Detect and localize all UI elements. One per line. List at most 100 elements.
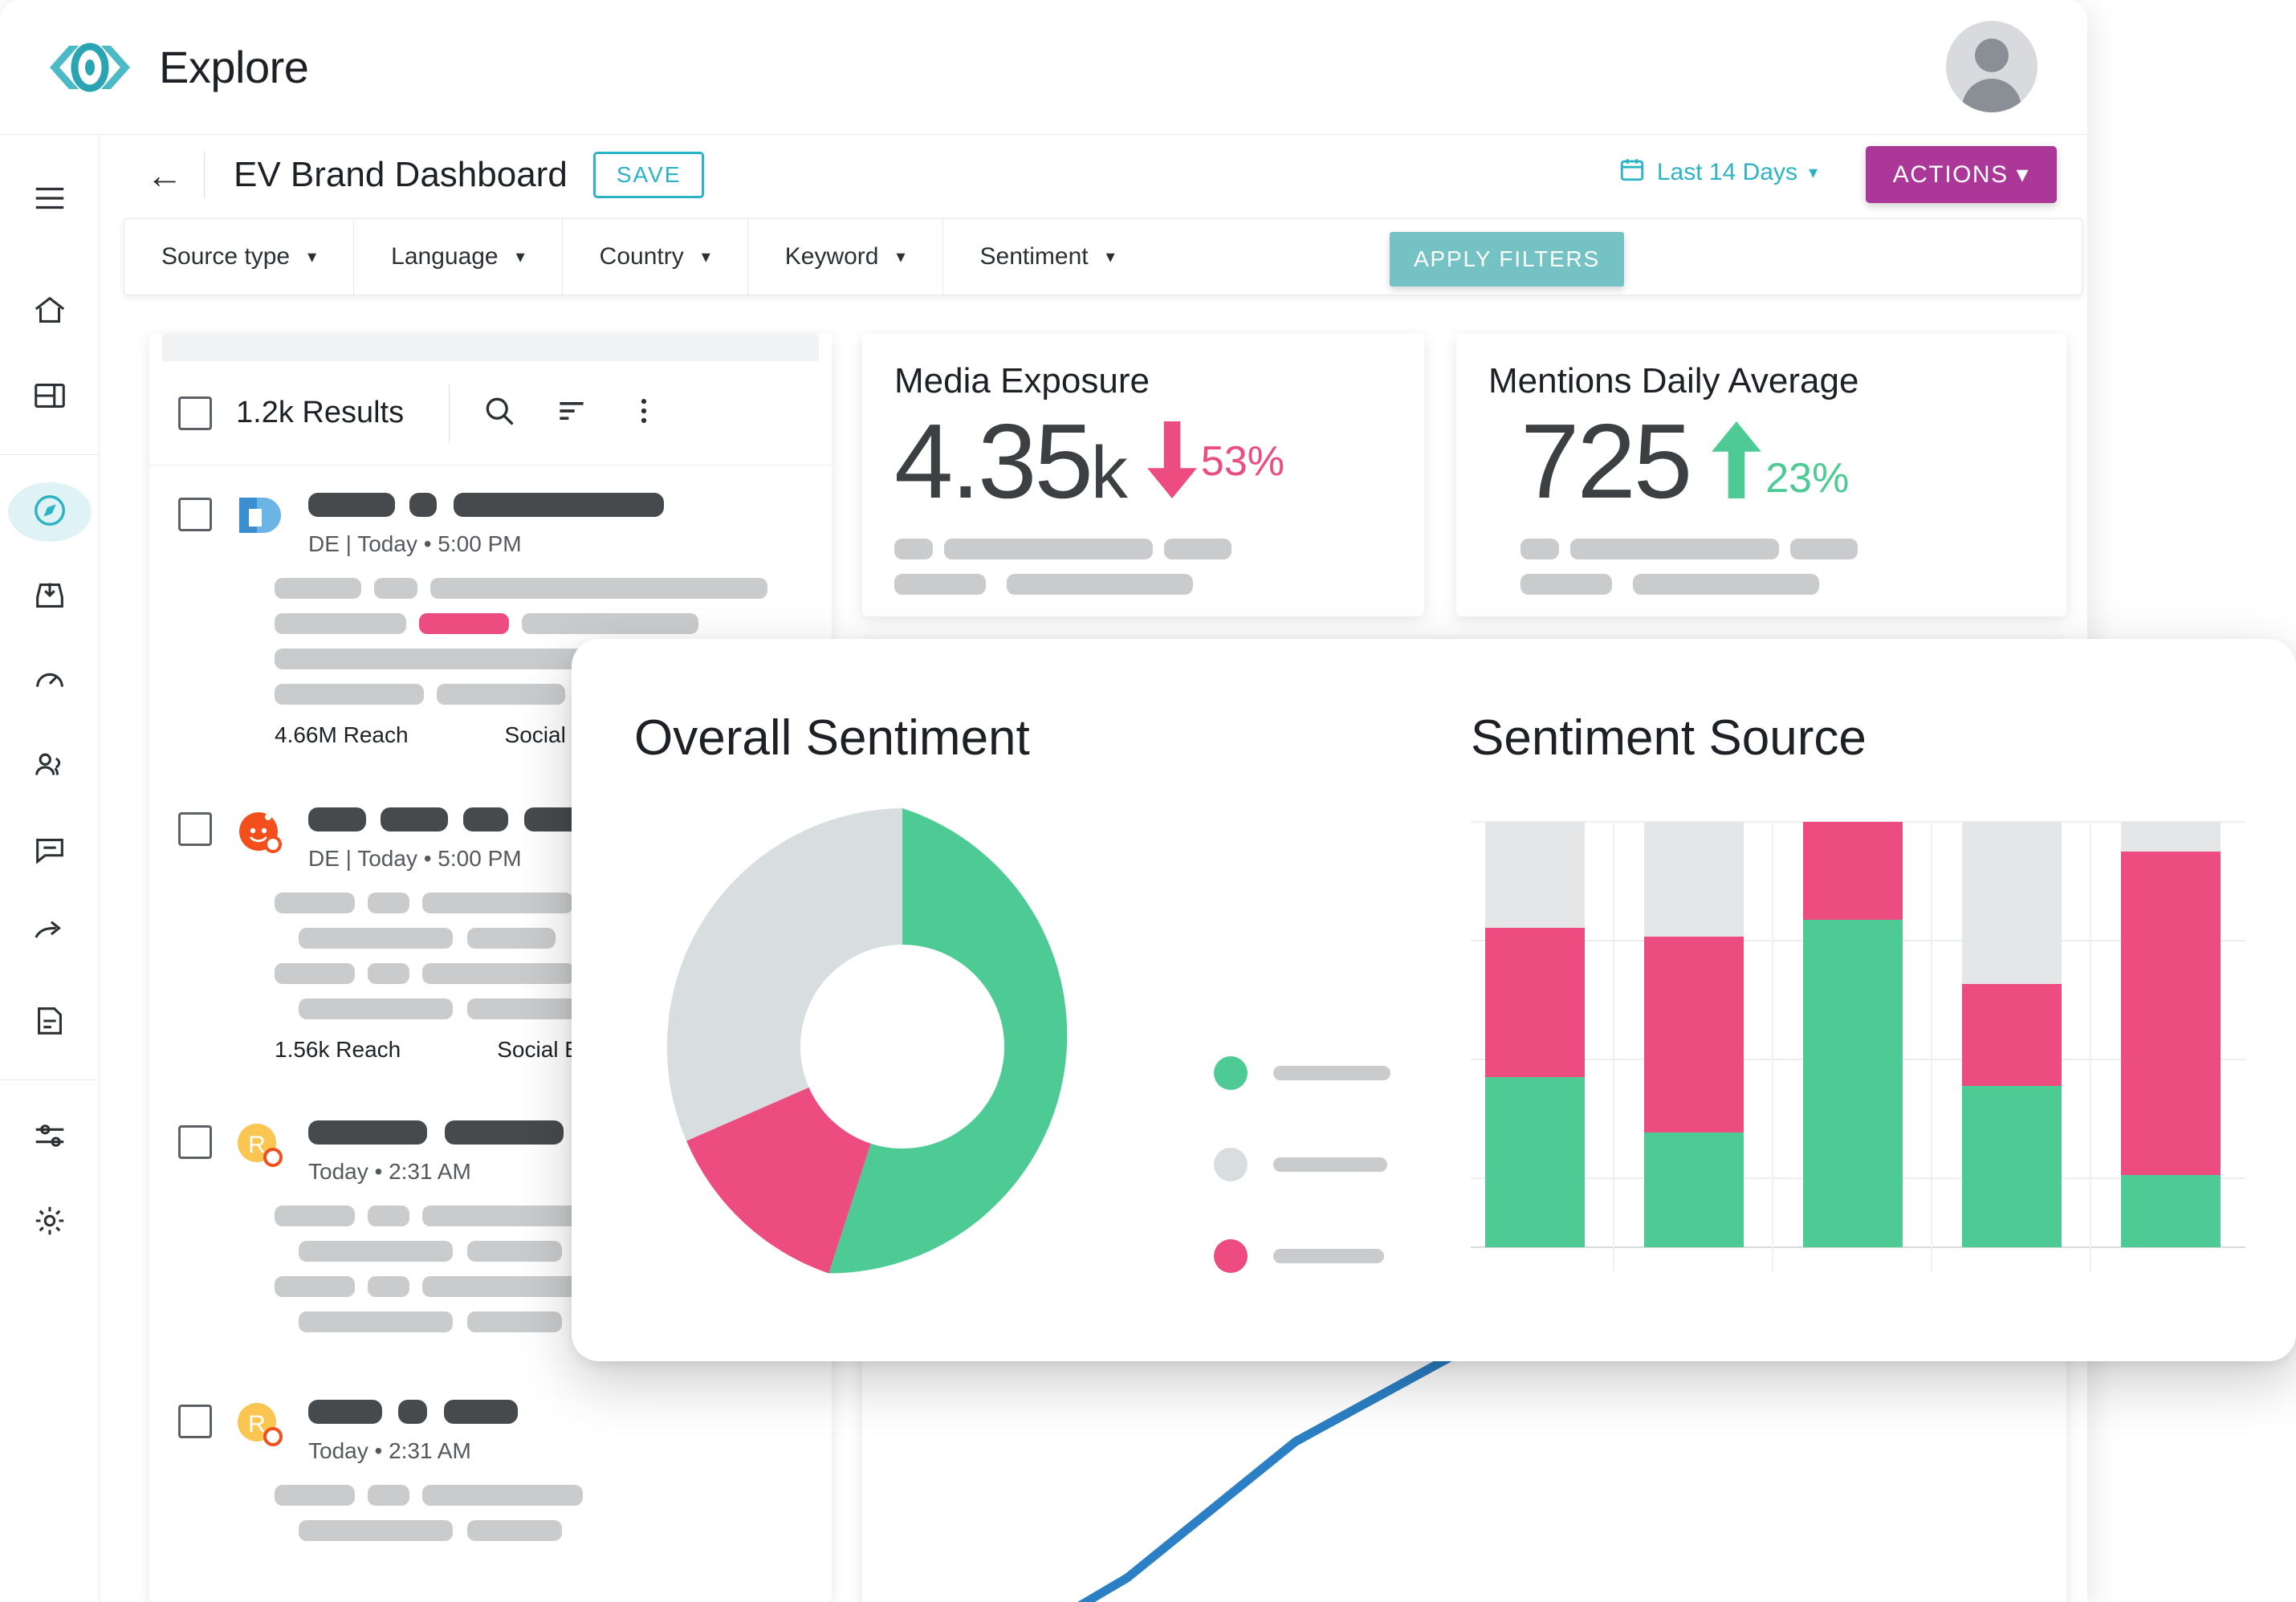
overall-sentiment-donut[interactable] [637, 782, 1167, 1311]
sidebar [0, 135, 100, 1602]
filter-label: Country [599, 243, 684, 270]
kpi-value-row: 725 23% [1488, 402, 2034, 520]
avatar[interactable] [1946, 21, 2037, 112]
list-item[interactable]: R Today • 2:31 AM [149, 1368, 832, 1576]
save-button[interactable]: SAVE [592, 152, 705, 198]
daily-mail-logo [234, 493, 286, 544]
dashboard-layout-icon [31, 377, 68, 418]
select-all-checkbox[interactable] [178, 396, 212, 430]
gear-icon [31, 1202, 68, 1243]
bar-segment-negative [1644, 937, 1744, 1132]
sentiment-source-bar-chart[interactable] [1455, 798, 2257, 1295]
row-checkbox[interactable] [178, 498, 212, 531]
sidebar-item-audience[interactable] [0, 725, 100, 810]
chevron-down-icon: ▾ [1808, 162, 1818, 182]
page-title: EV Brand Dashboard [234, 155, 568, 194]
search-icon[interactable] [482, 393, 517, 433]
bar-group-3 [1803, 822, 1903, 1247]
kpi-delta-value: 53% [1200, 438, 1284, 486]
bar-segment-positive [1644, 1132, 1744, 1247]
sliders-icon [31, 1117, 68, 1158]
sidebar-item-dashboards[interactable] [0, 355, 100, 440]
legend-dot-positive [1214, 1056, 1248, 1090]
reddit-user-avatar: R [234, 1120, 286, 1172]
kpi-delta-value: 23% [1765, 454, 1850, 502]
sidebar-item-preferences[interactable] [0, 1095, 100, 1180]
date-range-picker[interactable]: Last 14 Days ▾ [1618, 156, 1818, 189]
back-arrow-icon[interactable]: ← [125, 157, 204, 193]
brand[interactable]: Explore [42, 41, 309, 93]
actions-button[interactable]: ACTIONS ▾ [1865, 146, 2057, 203]
filter-keyword[interactable]: Keyword ▾ [748, 218, 943, 295]
kpi-value: 4.35k [894, 402, 1128, 520]
legend-dot-negative [1214, 1239, 1248, 1273]
apply-filters-button[interactable]: APPLY FILTERS [1390, 232, 1624, 287]
avatar-head [1975, 39, 2009, 72]
row-checkbox[interactable] [178, 812, 212, 846]
legend-item-neutral[interactable] [1214, 1148, 1390, 1181]
kpi-title: Mentions Daily Average [1488, 361, 1859, 400]
rail-divider [0, 454, 100, 455]
legend-dot-neutral [1214, 1148, 1248, 1181]
list-item-meta: DE | Today • 5:00 PM [308, 531, 522, 556]
list-item-meta: Today • 2:31 AM [308, 1438, 471, 1463]
bar-segment-neutral [2121, 822, 2221, 852]
filter-label: Keyword [784, 243, 879, 270]
sidebar-item-home[interactable] [0, 270, 100, 355]
kpi-value: 725 [1520, 402, 1692, 520]
chevron-down-icon: ▾ [896, 246, 906, 266]
list-item-reach: 1.56k Reach [275, 1037, 401, 1062]
kpi-card-media-exposure: Media Exposure 4.35k 53% [862, 334, 1424, 616]
filter-label: Language [391, 243, 499, 270]
analytics-speedometer-icon [31, 662, 68, 703]
filter-sentiment[interactable]: Sentiment ▾ [943, 218, 1152, 295]
row-checkbox[interactable] [178, 1405, 212, 1438]
filter-country[interactable]: Country ▾ [563, 218, 748, 295]
kpi-delta: 23% [1708, 421, 1849, 502]
results-tabbar-placeholder [162, 334, 819, 361]
screenshot-root: Explore ← EV Brand Dashboard SAVE Last 1… [0, 0, 2296, 1602]
app-title: Explore [159, 42, 309, 92]
sidebar-item-analytics[interactable] [0, 640, 100, 725]
row-checkbox[interactable] [178, 1125, 212, 1159]
bar-segment-positive [1962, 1086, 2062, 1247]
chevron-down-icon: ▾ [307, 246, 317, 266]
sentiment-source-section: Sentiment Source [1471, 710, 2225, 766]
sort-icon[interactable] [554, 393, 589, 433]
sidebar-item-publish[interactable] [0, 895, 100, 980]
bar-group-5 [2121, 822, 2221, 1247]
chevron-down-icon: ▾ [515, 246, 525, 266]
list-item-skeleton: Today • 2:31 AM [308, 1400, 803, 1464]
kpi-unit: k [1090, 432, 1128, 514]
sidebar-item-reports[interactable] [0, 980, 100, 1065]
sidebar-item-settings[interactable] [0, 1180, 100, 1265]
kebab-more-icon[interactable] [626, 393, 662, 433]
app-topbar: Explore [0, 0, 2087, 135]
bar-segment-negative [2121, 852, 2221, 1175]
share-arrow-icon [31, 917, 68, 958]
arrow-down-icon [1143, 421, 1201, 502]
reddit-user-avatar: R [234, 1400, 286, 1451]
list-item-reach: 4.66M Reach [275, 722, 409, 747]
sentiment-float-panel: Overall Sentiment Sentiment Source [572, 639, 2296, 1361]
filter-bar: Source type ▾ Language ▾ Country ▾ Keywo… [124, 218, 2082, 295]
legend-label-skeleton [1273, 1157, 1387, 1172]
legend-item-positive[interactable] [1214, 1056, 1390, 1090]
kpi-value-row: 4.35k 53% [894, 402, 1392, 520]
kpi-delta: 53% [1143, 421, 1284, 502]
arrow-up-icon [1708, 421, 1765, 502]
hamburger-menu-icon [31, 180, 68, 221]
sidebar-item-explore[interactable] [0, 470, 100, 555]
bar-segment-negative [1962, 984, 2062, 1086]
sidebar-item-engage[interactable] [0, 810, 100, 895]
kpi-skeleton [1488, 538, 2034, 595]
chevron-down-icon: ▾ [701, 246, 710, 266]
legend-item-negative[interactable] [1214, 1239, 1390, 1273]
calendar-icon [1618, 156, 1646, 189]
filter-source-type[interactable]: Source type ▾ [124, 218, 355, 295]
filter-language[interactable]: Language ▾ [354, 218, 563, 295]
bar-segment-positive [1485, 1077, 1585, 1247]
bar-group-1 [1485, 822, 1585, 1247]
sidebar-item-inbox[interactable] [0, 555, 100, 640]
sidebar-item-menu[interactable] [0, 157, 100, 242]
